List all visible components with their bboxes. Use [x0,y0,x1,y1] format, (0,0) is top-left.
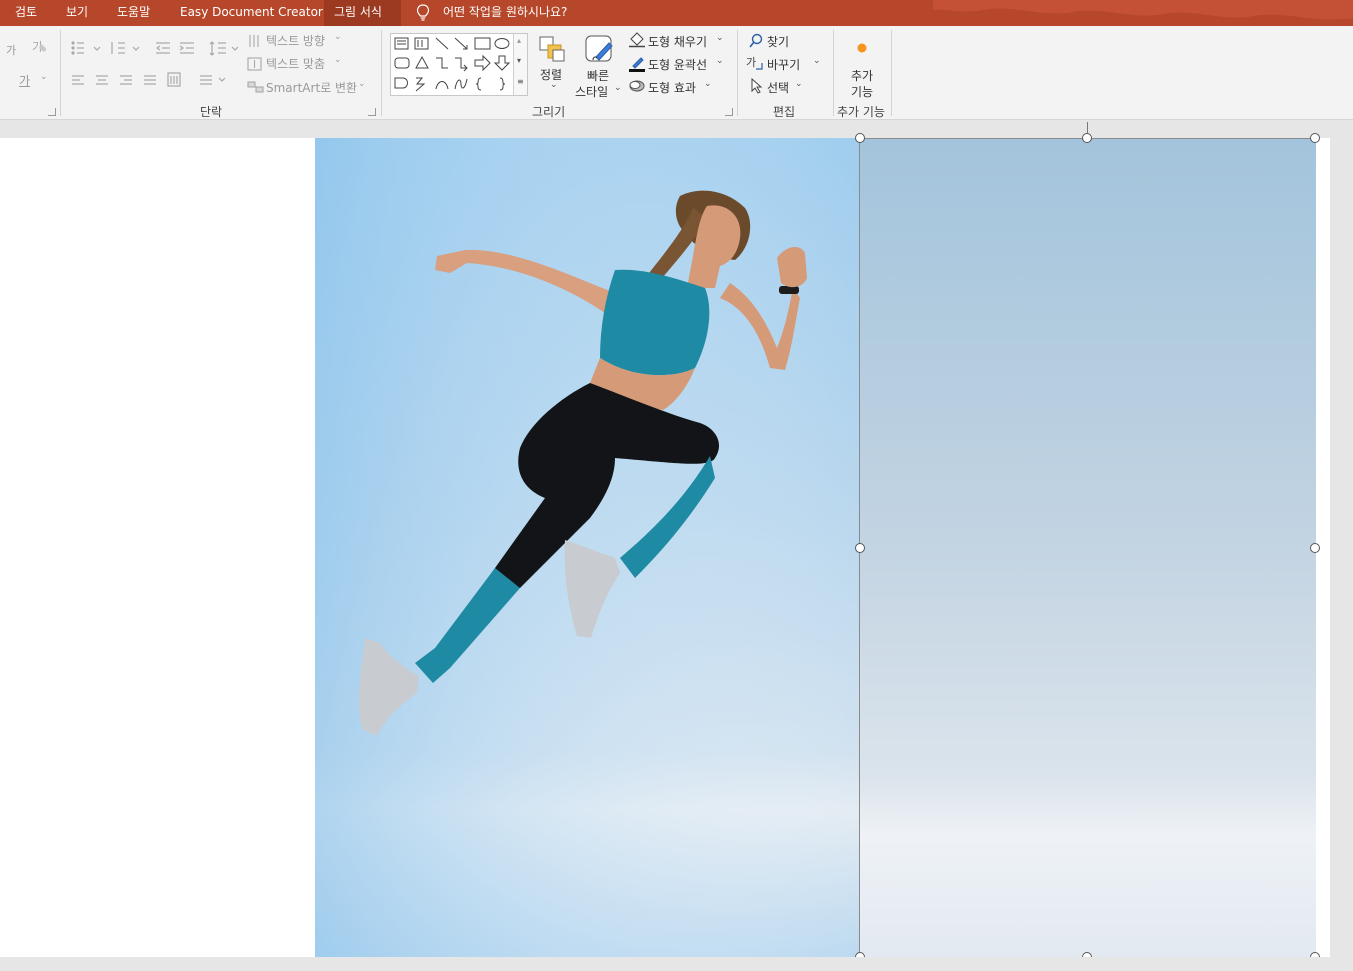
clear-format-icon[interactable]: 가 [32,40,46,52]
align-text-button[interactable]: 텍스트 맞춤 [266,55,325,72]
resize-handle-top-right[interactable] [1310,133,1320,143]
group-separator [737,30,738,116]
font-dialog-launcher[interactable] [48,108,56,116]
replace-button[interactable]: 바꾸기 [767,56,800,73]
group-separator [891,30,892,116]
addins-icon[interactable] [855,41,869,55]
arrange-icon[interactable] [538,35,566,63]
chevron-down-icon[interactable]: ⌄ [795,79,803,89]
text-direction-button[interactable]: 텍스트 방향 [266,32,325,49]
tab-picture-format[interactable]: 그림 서식 [324,0,401,26]
replace-icon[interactable]: 가 [746,55,764,72]
paint-bucket-icon[interactable] [628,32,646,48]
smartart-icon[interactable] [247,80,265,94]
chevron-down-icon[interactable]: ⌄ [704,79,712,89]
quick-styles-label-2[interactable]: 스타일 [575,83,608,100]
slide-canvas[interactable] [0,122,1330,962]
ribbon-tab-bar: 검토 보기 도움말 Easy Document Creator 그림 서식 어떤… [0,0,1353,26]
resize-handle-left[interactable] [855,543,865,553]
tab-help[interactable]: 도움말 [107,0,160,26]
runner-photo[interactable] [315,138,860,957]
shapes-gallery[interactable]: ▴ ▾ ≡ [390,33,528,96]
tab-review[interactable]: 검토 [5,0,47,26]
paragraph-group-label: 단락 [200,105,223,119]
resize-handle-right[interactable] [1310,543,1320,553]
chevron-down-icon[interactable]: ⌄ [550,80,558,90]
chevron-down-icon[interactable]: ⌄ [40,72,48,82]
find-button[interactable]: 찾기 [767,33,789,50]
title-bar-decoration [933,0,1353,20]
addins-button-label-1[interactable]: 추가 [851,67,873,84]
quick-styles-label-1[interactable]: 빠른 [587,67,609,84]
shapes-gallery-icons[interactable] [391,34,515,95]
ribbon: 가 가 가 ⌄ 텍스트 방향 ⌄ 텍스트 맞춤 ⌄ SmartArt로 변환 ⌄… [0,26,1353,120]
search-icon[interactable] [748,33,764,49]
paragraph-format-icons[interactable] [70,40,242,106]
drawing-dialog-launcher[interactable] [725,108,733,116]
chevron-down-icon[interactable]: ⌄ [813,56,821,66]
svg-text:가: 가 [746,56,756,69]
shape-outline-button[interactable]: 도형 윤곽선 [648,56,707,73]
select-button[interactable]: 선택 [767,79,789,96]
powerpoint-window: 검토 보기 도움말 Easy Document Creator 그림 서식 어떤… [0,0,1353,971]
paragraph-dialog-launcher[interactable] [368,108,376,116]
slide-workspace[interactable] [0,121,1353,971]
group-separator [60,30,61,116]
addins-button-label-2[interactable]: 기능 [851,83,873,100]
pen-outline-icon[interactable] [628,55,646,72]
lightbulb-icon [416,4,430,21]
scroll-up-icon[interactable]: ▴ [517,37,521,45]
shape-effects-button[interactable]: 도형 효과 [648,79,696,96]
workspace-bottom-strip [0,957,1353,971]
drawing-group-label: 그리기 [532,105,566,119]
placeholder-fill [860,139,1316,958]
group-separator [833,30,834,116]
group-separator [381,30,382,116]
addins-group-label: 추가 기능 [837,105,885,119]
resize-handle-top-left[interactable] [855,133,865,143]
convert-to-smartart-button[interactable]: SmartArt로 변환 [266,79,357,96]
selected-image-placeholder[interactable] [855,122,1320,962]
editing-group-label: 편집 [773,105,796,119]
chevron-down-icon[interactable]: ⌄ [614,83,622,93]
chevron-down-icon[interactable]: ⌄ [334,55,342,65]
gallery-scrollbar[interactable]: ▴ ▾ ≡ [513,34,527,95]
cursor-icon[interactable] [750,78,764,94]
tab-easy-document-creator[interactable]: Easy Document Creator [170,0,333,26]
chevron-down-icon[interactable]: ⌄ [716,56,724,66]
scroll-down-icon[interactable]: ▾ [517,57,521,65]
text-direction-icon[interactable] [247,34,263,48]
font-size-decrease-button[interactable]: 가 [6,42,16,58]
align-text-icon[interactable] [247,57,263,71]
tab-view[interactable]: 보기 [56,0,98,26]
shape-effects-icon[interactable] [628,79,646,93]
resize-handle-top[interactable] [1082,133,1092,143]
shape-fill-button[interactable]: 도형 채우기 [648,33,707,50]
chevron-down-icon[interactable]: ⌄ [358,79,366,89]
text-highlight-button[interactable]: 가 [19,72,30,89]
tell-me-search[interactable]: 어떤 작업을 원하시나요? [443,0,567,26]
chevron-down-icon[interactable]: ⌄ [716,33,724,43]
quick-styles-icon[interactable] [584,33,616,65]
gallery-more-icon[interactable]: ≡ [517,78,524,86]
chevron-down-icon[interactable]: ⌄ [334,32,342,42]
